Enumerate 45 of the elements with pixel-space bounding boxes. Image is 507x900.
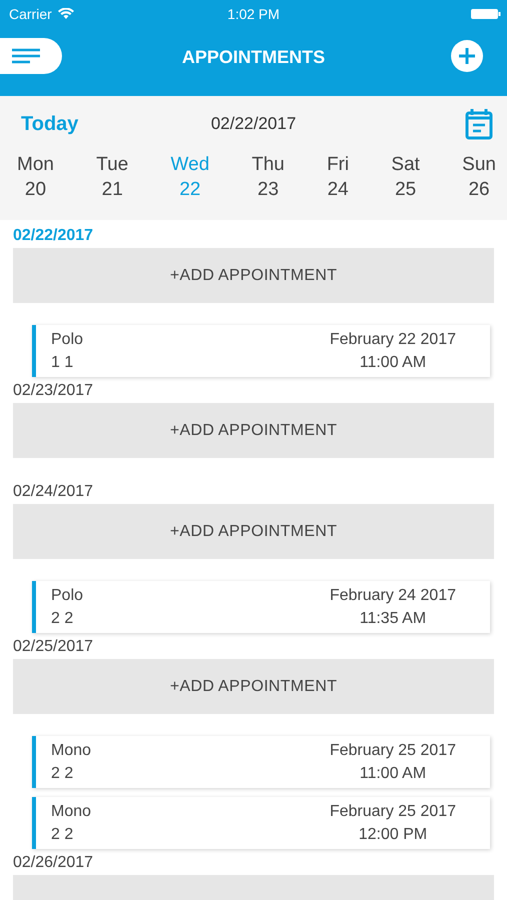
weekday-tab[interactable]: Thu 23 (248, 152, 288, 202)
appointment-date: February 25 2017 (330, 802, 456, 820)
add-appointment-button[interactable]: +ADD APPOINTMENT (13, 504, 494, 559)
appointment-time: 11:00 AM (360, 354, 426, 372)
weekday-tab[interactable]: Sat 25 (388, 152, 423, 202)
status-time: 1:02 PM (226, 6, 281, 22)
section-date: 02/23/2017 (13, 383, 94, 399)
menu-icon (12, 48, 40, 64)
add-appointment-button[interactable]: +ADD APPOINTMENT (13, 248, 494, 303)
appointment-name: Polo (51, 586, 84, 604)
appointment-name: Mono (51, 802, 92, 820)
section-date: 02/26/2017 (13, 855, 94, 871)
appointment-detail: 2 2 (51, 826, 74, 844)
weekday-tab[interactable]: Fri 24 (324, 152, 352, 202)
appointment-detail: 1 1 (51, 354, 74, 372)
current-date: 02/22/2017 (210, 114, 298, 134)
section-date: 02/22/2017 (13, 228, 94, 244)
weekday-tab[interactable]: Mon 20 (14, 152, 57, 202)
weekday-tab[interactable]: Tue 21 (93, 152, 132, 202)
appointment-date: February 24 2017 (330, 586, 456, 604)
appointment-name: Mono (51, 742, 92, 760)
add-icon[interactable] (451, 40, 483, 72)
appointment-card[interactable]: Polo 1 1 February 22 2017 11:00 AM (32, 325, 490, 377)
menu-button[interactable] (0, 38, 62, 74)
add-appointment-button[interactable]: +ADD APPOINTMENT (13, 403, 494, 458)
appointment-card[interactable]: Polo 2 2 February 24 2017 11:35 AM (32, 581, 490, 633)
appointment-time: 12:00 PM (358, 826, 428, 844)
calendar-icon[interactable] (465, 108, 493, 140)
wifi-icon (58, 8, 74, 20)
appointment-card[interactable]: Mono 2 2 February 25 2017 12:00 PM (32, 797, 490, 849)
carrier-name: Carrier (9, 6, 52, 22)
add-appointment-button[interactable]: +ADD APPOINTMENT (13, 659, 494, 714)
section-date: 02/24/2017 (13, 484, 94, 500)
screen-title: APPOINTMENTS (180, 47, 326, 68)
appointment-card[interactable]: Mono 2 2 February 25 2017 11:00 AM (32, 736, 490, 788)
weekday-tab[interactable]: Sun 26 (459, 152, 499, 202)
appointment-time: 11:00 AM (360, 764, 426, 782)
battery-icon (471, 8, 501, 20)
section-date: 02/25/2017 (13, 639, 94, 655)
appointment-date: February 22 2017 (330, 330, 456, 348)
appointment-name: Polo (51, 330, 84, 348)
appointment-time: 11:35 AM (360, 610, 426, 628)
appointment-detail: 2 2 (51, 610, 74, 628)
appointment-detail: 2 2 (51, 764, 74, 782)
appointment-date: February 25 2017 (330, 742, 456, 760)
